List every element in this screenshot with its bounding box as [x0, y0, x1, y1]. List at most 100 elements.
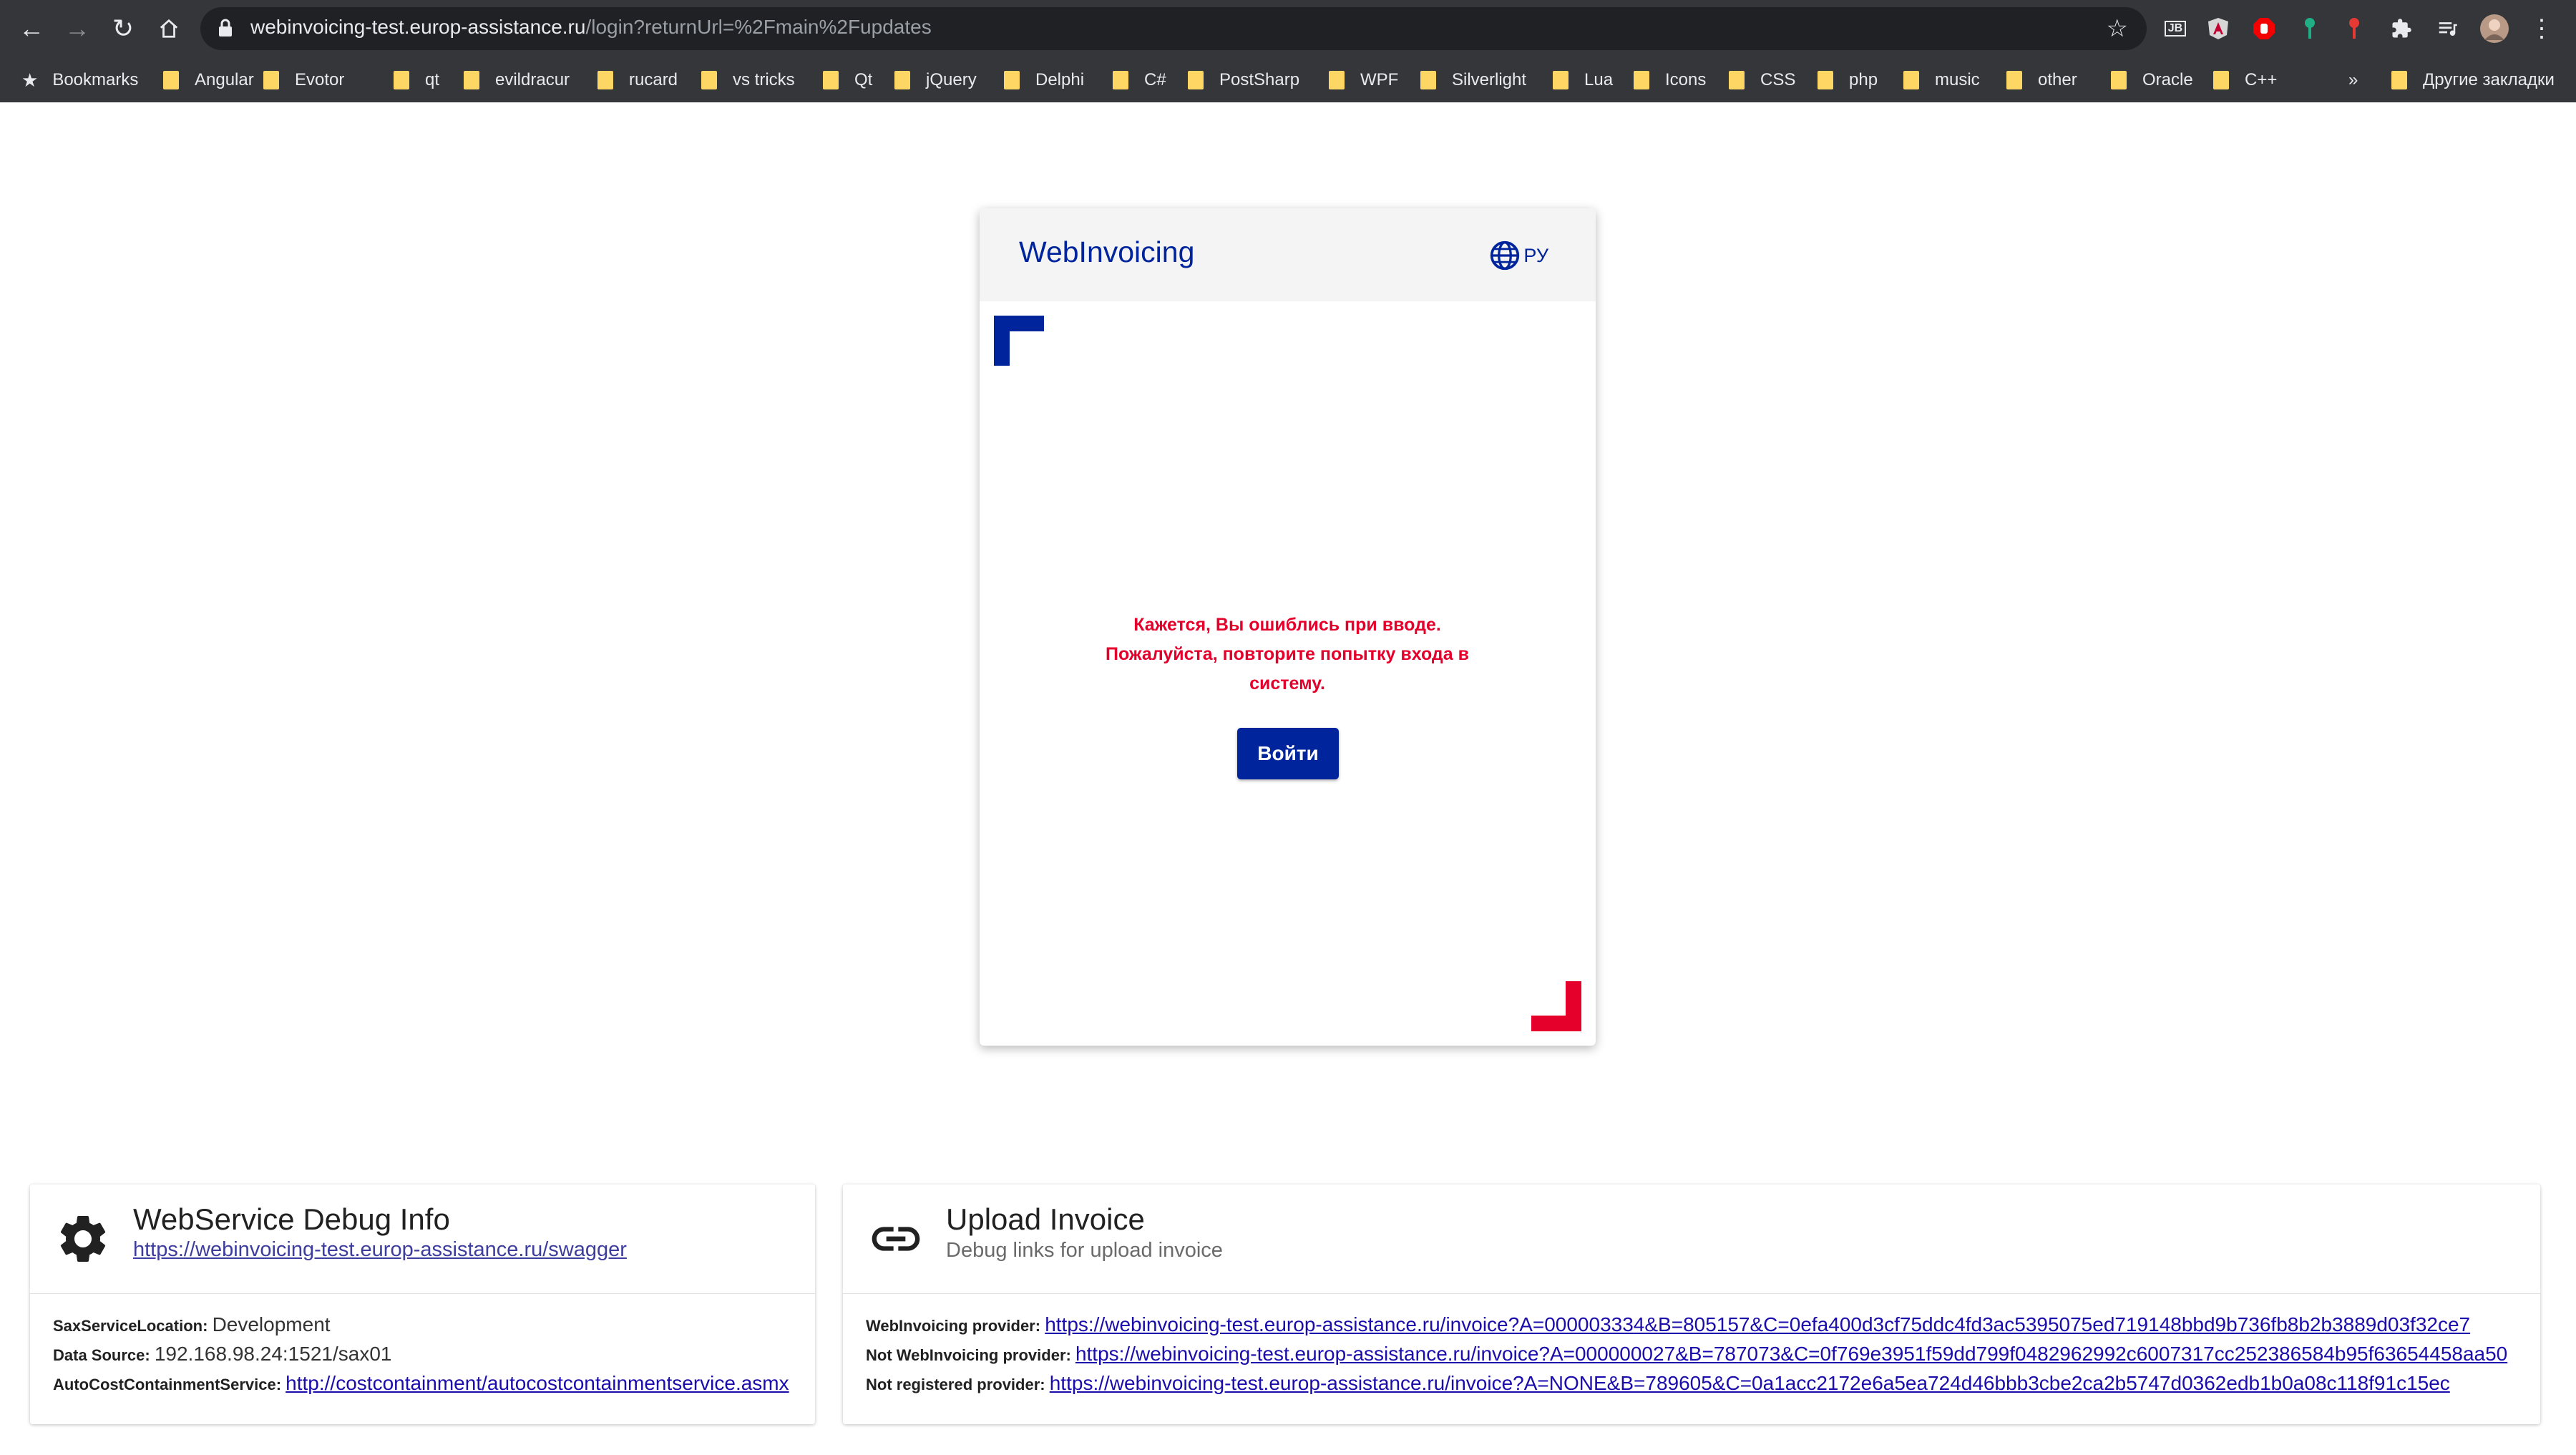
bookmark-item[interactable]: Icons — [1634, 69, 1706, 92]
home-icon[interactable] — [153, 13, 185, 44]
bookmark-label: C++ — [2245, 70, 2278, 89]
cost-containment-link[interactable]: http://costcontainment/autocostcontainme… — [286, 1372, 789, 1394]
panel-header: Upload Invoice Debug links for upload in… — [843, 1184, 2540, 1294]
key-green-icon[interactable] — [2296, 14, 2324, 43]
adblock-icon[interactable] — [2250, 14, 2278, 43]
folder-icon — [1903, 71, 1919, 89]
swagger-link[interactable]: https://webinvoicing-test.europ-assistan… — [133, 1238, 627, 1262]
folder-icon — [1113, 71, 1128, 89]
folder-icon — [1634, 71, 1649, 89]
bookmark-label: rucard — [629, 70, 678, 89]
bookmark-item[interactable]: jQuery — [894, 69, 977, 92]
bookmark-item[interactable]: C# — [1113, 69, 1166, 92]
bookmark-item[interactable]: vs tricks — [701, 69, 795, 92]
brand-title: WebInvoicing — [1019, 235, 1195, 268]
folder-icon — [597, 71, 613, 89]
folder-icon — [464, 71, 479, 89]
login-button[interactable]: Войти — [1237, 728, 1339, 779]
not-registered-provider-link[interactable]: https://webinvoicing-test.europ-assistan… — [1050, 1372, 2450, 1394]
data-source-row: Data Source: 192.168.98.24:1521/sax01 — [53, 1343, 391, 1366]
webinvoicing-provider-link[interactable]: https://webinvoicing-test.europ-assistan… — [1045, 1313, 2470, 1335]
link-icon — [872, 1227, 920, 1251]
bookmark-star-icon[interactable]: ☆ — [2107, 14, 2128, 43]
star-icon: ★ — [21, 69, 39, 91]
not-registered-provider-row: Not registered provider: https://webinvo… — [866, 1372, 2450, 1395]
jetbrains-icon[interactable]: JB — [2161, 14, 2190, 43]
error-line: Пожалуйста, повторите попытку входа в — [1105, 644, 1470, 664]
error-message: Кажется, Вы ошиблись при вводе. Пожалуйс… — [1065, 610, 1509, 699]
bookmark-item[interactable]: WPF — [1329, 69, 1398, 92]
folder-icon — [894, 71, 910, 89]
debug-info-panel: WebService Debug Info https://webinvoici… — [30, 1184, 815, 1424]
bookmark-item[interactable]: evildracur — [464, 69, 570, 92]
bookmark-label: WPF — [1360, 70, 1399, 89]
bookmark-label: CSS — [1760, 70, 1796, 89]
angular-icon[interactable] — [2204, 14, 2233, 43]
bookmark-label: evildracur — [495, 70, 570, 89]
not-registered-provider-label: Not registered provider: — [866, 1376, 1045, 1393]
bookmark-item[interactable]: qt — [394, 69, 439, 92]
sax-service-row: SaxServiceLocation: Development — [53, 1313, 331, 1336]
bookmark-item[interactable]: rucard — [597, 69, 678, 92]
bookmark-item[interactable]: Oracle — [2111, 69, 2193, 92]
not-webinvoicing-provider-link[interactable]: https://webinvoicing-test.europ-assistan… — [1075, 1343, 2507, 1365]
bookmark-item[interactable]: CSS — [1729, 69, 1795, 92]
folder-icon — [163, 71, 179, 89]
debug-info-title: WebService Debug Info — [133, 1202, 450, 1236]
key-red-icon[interactable] — [2340, 14, 2368, 43]
webinvoicing-provider-label: WebInvoicing provider: — [866, 1317, 1041, 1335]
back-arrow-icon[interactable]: ← — [16, 13, 47, 44]
bookmark-item[interactable]: C++ — [2213, 69, 2277, 92]
media-queue-icon[interactable] — [2433, 14, 2462, 43]
corner-top-left-decoration — [994, 316, 1044, 366]
address-bar[interactable]: webinvoicing-test.europ-assistance.ru/lo… — [200, 7, 2147, 50]
webinvoicing-provider-row: WebInvoicing provider: https://webinvoic… — [866, 1313, 2470, 1336]
bookmark-item[interactable]: ★ Bookmarks — [21, 69, 138, 92]
profile-avatar-icon[interactable] — [2480, 14, 2509, 43]
bookmark-item[interactable]: Silverlight — [1420, 69, 1526, 92]
bookmark-item[interactable]: PostSharp — [1188, 69, 1299, 92]
folder-icon — [263, 71, 279, 89]
bookmark-label: PostSharp — [1219, 70, 1300, 89]
language-switcher[interactable]: РУ — [1489, 240, 1548, 271]
folder-icon — [394, 71, 409, 89]
puzzle-icon[interactable] — [2387, 14, 2416, 43]
bookmarks-bar: ★ Bookmarks Angular Evotor qt evildracur rucar… — [0, 57, 2576, 102]
bookmark-item[interactable]: Delphi — [1004, 69, 1084, 92]
forward-arrow-icon[interactable]: → — [62, 13, 93, 44]
folder-icon — [1420, 71, 1436, 89]
bookmark-label: jQuery — [926, 70, 977, 89]
not-webinvoicing-provider-label: Not WebInvoicing provider: — [866, 1346, 1071, 1364]
data-source-value: 192.168.98.24:1521/sax01 — [154, 1343, 392, 1365]
bookmark-label: other — [2038, 70, 2077, 89]
bookmarks-overflow-button[interactable]: » — [2348, 69, 2358, 92]
bookmark-label: php — [1849, 70, 1878, 89]
bookmark-label: C# — [1144, 70, 1166, 89]
bookmark-label: Qt — [854, 70, 873, 89]
bookmark-item[interactable]: music — [1903, 69, 1980, 92]
other-bookmarks[interactable]: Другие закладки — [2391, 69, 2555, 92]
bookmark-item[interactable]: other — [2006, 69, 2077, 92]
folder-icon — [2111, 71, 2127, 89]
bookmark-item[interactable]: php — [1818, 69, 1878, 92]
panel-header: WebService Debug Info https://webinvoici… — [30, 1184, 815, 1294]
bookmark-item[interactable]: Qt — [823, 69, 872, 92]
bookmark-item[interactable]: Evotor — [263, 69, 344, 92]
upload-invoice-title: Upload Invoice — [946, 1202, 1145, 1236]
folder-icon — [2006, 71, 2022, 89]
bookmark-item[interactable]: Lua — [1553, 69, 1613, 92]
url-text: webinvoicing-test.europ-assistance.ru/lo… — [250, 16, 932, 38]
browser-chrome: ← → ↻ webinvoicing-test.europ-assistance… — [0, 0, 2576, 102]
not-webinvoicing-provider-row: Not WebInvoicing provider: https://webin… — [866, 1343, 2507, 1366]
kebab-menu-icon[interactable]: ⋮ — [2527, 14, 2556, 43]
folder-icon — [1729, 71, 1745, 89]
bookmark-item[interactable]: Angular — [163, 69, 254, 92]
reload-icon[interactable]: ↻ — [107, 13, 139, 44]
lock-icon — [219, 19, 232, 37]
bookmark-label: Evotor — [295, 70, 345, 89]
folder-icon — [1553, 71, 1568, 89]
folder-icon — [1329, 71, 1345, 89]
bookmark-label: Angular — [195, 70, 254, 89]
bookmark-label: Bookmarks — [52, 70, 139, 89]
bookmark-label: Silverlight — [1452, 70, 1527, 89]
